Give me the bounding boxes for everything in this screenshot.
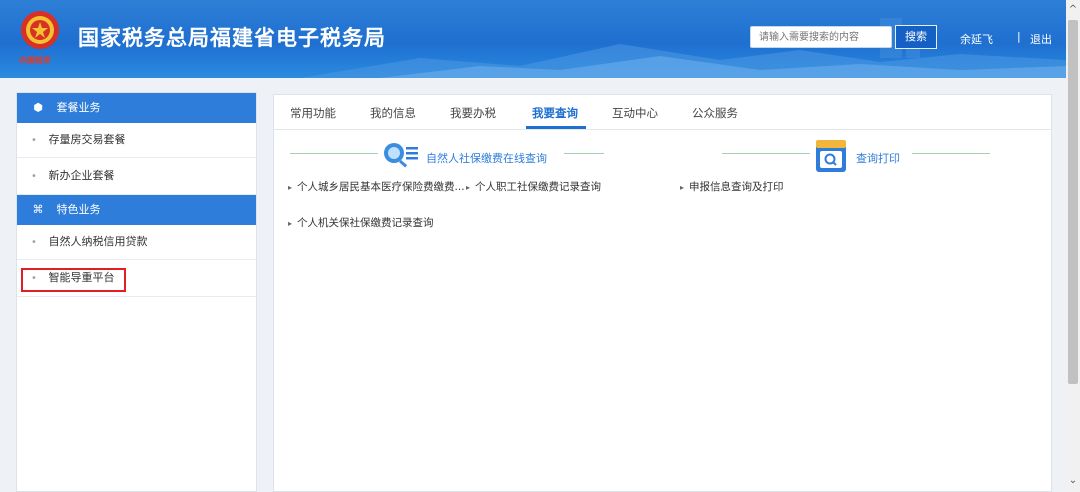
link-label: 个人职工社保缴费记录查询	[475, 181, 602, 193]
sidebar-group-packages[interactable]: ⬢ 套餐业务	[17, 93, 256, 123]
sidebar-item-label: 自然人纳税信用贷款	[48, 235, 148, 248]
link-urban-rural-medical-insurance[interactable]: ▸ 个人城乡居民基本医疗保险费缴费...	[288, 179, 465, 194]
search-input[interactable]	[750, 26, 892, 48]
sidebar-item-credit-loan[interactable]: • 自然人纳税信用贷款	[17, 225, 256, 260]
link-label: 申报信息查询及打印	[689, 181, 784, 193]
top-header: 中国税务 国家税务总局福建省电子税务局 搜索 余延飞 | 退出	[0, 0, 1066, 78]
emblem-caption: 中国税务	[18, 56, 50, 65]
tax-emblem-logo[interactable]: 中国税务	[16, 8, 64, 66]
sidebar: ⬢ 套餐业务 • 存量房交易套餐 • 新办企业套餐 ⌘ 特色业务 • 自然人纳税…	[16, 92, 257, 492]
link-declaration-info-print[interactable]: ▸ 申报信息查询及打印	[680, 179, 784, 194]
arrow-right-icon: ▸	[288, 183, 293, 192]
scroll-up-arrow-icon[interactable]: ^	[1066, 4, 1080, 15]
sidebar-group-label: 特色业务	[56, 203, 101, 216]
arrow-right-icon: ▸	[288, 219, 293, 228]
bullet-icon: •	[31, 135, 37, 146]
section-title-query-print: 查询打印	[856, 152, 900, 165]
tab-query[interactable]: 我要查询	[532, 105, 578, 121]
scroll-thumb[interactable]	[1068, 20, 1078, 384]
active-tab-indicator	[526, 126, 586, 129]
logout-link[interactable]: 退出	[1030, 31, 1052, 47]
section-divider-line	[912, 153, 990, 154]
main-panel: 常用功能 我的信息 我要办税 我要查询 互动中心 公众服务 自然人社保缴费在线查…	[273, 94, 1052, 492]
link-label: 个人机关保社保缴费记录查询	[297, 217, 434, 229]
red-highlight-box	[21, 268, 126, 292]
tab-my-info[interactable]: 我的信息	[370, 105, 416, 121]
section-divider-line	[722, 153, 810, 154]
link-agency-social-insurance[interactable]: ▸ 个人机关保社保缴费记录查询	[288, 215, 434, 230]
scroll-down-arrow-icon[interactable]: ⌄	[1066, 475, 1080, 486]
header-separator: |	[1017, 30, 1021, 43]
section-title-social-insurance: 自然人社保缴费在线查询	[426, 152, 547, 165]
magnify-list-icon	[382, 140, 422, 174]
site-title: 国家税务总局福建省电子税务局	[78, 26, 386, 50]
sidebar-item-smart-guide-platform[interactable]: • 智能导重平台	[17, 260, 256, 297]
sidebar-item-new-company-package[interactable]: • 新办企业套餐	[17, 158, 256, 195]
grid-icon: ⌘	[32, 203, 44, 216]
section-divider-line	[564, 153, 604, 154]
tab-interaction-center[interactable]: 互动中心	[612, 105, 658, 121]
arrow-right-icon: ▸	[680, 183, 685, 192]
page-scrollbar[interactable]: ^ ⌄	[1066, 0, 1080, 492]
section-divider-line	[290, 153, 378, 154]
search-button[interactable]: 搜索	[895, 25, 937, 49]
tab-common-functions[interactable]: 常用功能	[290, 105, 336, 121]
arrow-right-icon: ▸	[466, 183, 471, 192]
sidebar-item-existing-housing-package[interactable]: • 存量房交易套餐	[17, 123, 256, 158]
search-print-icon	[814, 137, 848, 179]
sidebar-item-label: 新办企业套餐	[48, 169, 115, 182]
bullet-icon: •	[31, 237, 37, 248]
cube-icon: ⬢	[33, 101, 43, 114]
tab-tax-handling[interactable]: 我要办税	[450, 105, 496, 121]
sidebar-group-special[interactable]: ⌘ 特色业务	[17, 195, 256, 225]
sidebar-item-label: 存量房交易套餐	[48, 133, 126, 146]
user-name-link[interactable]: 余延飞	[960, 31, 993, 47]
sidebar-group-label: 套餐业务	[56, 101, 101, 114]
tab-bar: 常用功能 我的信息 我要办税 我要查询 互动中心 公众服务	[274, 95, 1051, 130]
link-employee-social-insurance[interactable]: ▸ 个人职工社保缴费记录查询	[466, 179, 601, 194]
link-label: 个人城乡居民基本医疗保险费缴费...	[297, 181, 465, 193]
tab-public-service[interactable]: 公众服务	[692, 105, 738, 121]
bullet-icon: •	[31, 171, 37, 182]
